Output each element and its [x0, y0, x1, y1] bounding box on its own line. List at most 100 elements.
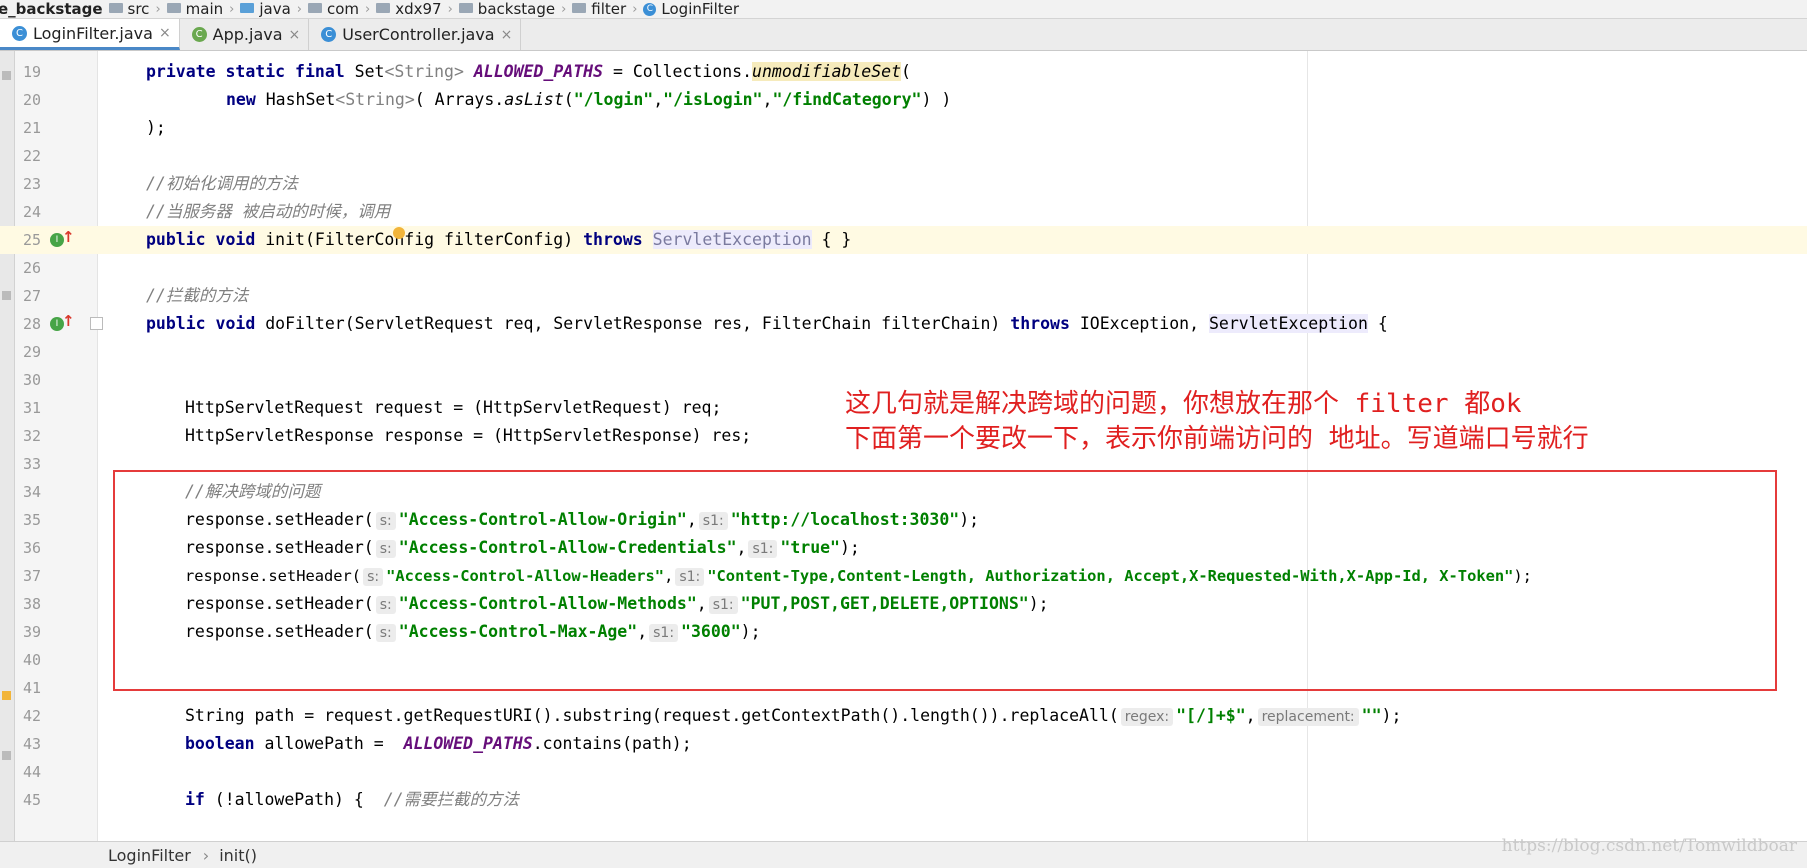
chevron-right-icon: ›: [632, 1, 638, 17]
breadcrumb-item[interactable]: backstage: [458, 0, 556, 18]
breadcrumb-label: LoginFilter: [661, 0, 740, 18]
line-number: 32: [22, 427, 41, 445]
class-icon: C: [12, 25, 27, 41]
package-icon: [458, 3, 473, 13]
line-number: 29: [22, 343, 41, 361]
code-text: HttpServletRequest request = (HttpServle…: [185, 398, 722, 417]
breadcrumb-item[interactable]: filter: [572, 0, 626, 18]
code-comment: //当服务器 被启动的时候，调用: [146, 202, 391, 221]
breadcrumb-item[interactable]: C LoginFilter: [643, 0, 739, 18]
package-icon: [307, 3, 322, 13]
line-number: 42: [22, 707, 41, 725]
breadcrumb-label: java: [259, 0, 291, 18]
line-number: 25: [22, 231, 41, 249]
annotation-line: 这几句就是解决跨域的问题，你想放在那个 filter 都ok: [845, 389, 1522, 419]
code-text: private static final Set<String> ALLOWED…: [146, 62, 911, 81]
line-number: 33: [22, 455, 41, 473]
line-number: 36: [22, 539, 41, 557]
arrow-up-icon[interactable]: ↑: [62, 313, 76, 329]
breadcrumb-item[interactable]: src: [108, 0, 150, 18]
highlight-box: [113, 470, 1777, 691]
breadcrumb-item[interactable]: main: [166, 0, 223, 18]
line-number: 34: [22, 483, 41, 501]
line-number: 21: [22, 119, 41, 137]
code-line[interactable]: 19 private static final Set<String> ALLO…: [0, 58, 1807, 86]
tab-loginfilter[interactable]: C LoginFilter.java ×: [0, 19, 180, 50]
code-text: new HashSet<String>( Arrays.asList("/log…: [226, 90, 952, 109]
line-number: 45: [22, 791, 41, 809]
breadcrumb-item[interactable]: com: [307, 0, 360, 18]
fold-icon[interactable]: [90, 317, 103, 330]
breadcrumb-item[interactable]: xdx97: [376, 0, 442, 18]
code-line[interactable]: 45 if (!allowePath) { //需要拦截的方法: [0, 786, 1807, 814]
code-line[interactable]: 42 String path = request.getRequestURI()…: [0, 702, 1807, 730]
code-text: String path = request.getRequestURI().su…: [185, 706, 1402, 726]
chevron-right-icon: ›: [296, 1, 302, 17]
chevron-right-icon: ›: [202, 845, 210, 865]
close-icon[interactable]: ×: [289, 27, 301, 43]
status-class[interactable]: LoginFilter: [108, 846, 191, 865]
line-number: 27: [22, 287, 41, 305]
breadcrumb-label: com: [326, 0, 360, 18]
arrow-up-icon[interactable]: ↑: [62, 229, 76, 245]
editor-tabs: C LoginFilter.java × C App.java × C User…: [0, 19, 1807, 51]
close-icon[interactable]: ×: [159, 25, 171, 41]
chevron-right-icon: ›: [229, 1, 235, 17]
code-line[interactable]: 28 I ↑ public void doFilter(ServletReque…: [0, 310, 1807, 338]
line-number: 19: [22, 63, 41, 81]
line-number: 39: [22, 623, 41, 641]
line-number: 44: [22, 763, 41, 781]
breadcrumb-label: xdx97: [395, 0, 442, 18]
param-hint: regex:: [1120, 708, 1174, 726]
folder-icon: [240, 3, 255, 13]
chevron-right-icon: ›: [447, 1, 453, 17]
code-comment: //初始化调用的方法: [146, 174, 298, 193]
line-number: 31: [22, 399, 41, 417]
class-icon: C: [321, 27, 337, 42]
code-text: public void init(FilterConfig filterConf…: [146, 230, 852, 249]
chevron-right-icon: ›: [365, 1, 371, 17]
line-number: 40: [22, 651, 41, 669]
code-line-current[interactable]: 25 I ↑ public void init(FilterConfig fil…: [0, 226, 1807, 254]
status-method[interactable]: init(): [219, 846, 257, 865]
code-line[interactable]: 21 );: [0, 114, 1807, 142]
breadcrumb-item[interactable]: java: [240, 0, 291, 18]
code-line[interactable]: 24 //当服务器 被启动的时候，调用: [0, 198, 1807, 226]
tab-usercontroller[interactable]: C UserController.java ×: [309, 19, 522, 50]
line-number: 26: [22, 259, 41, 277]
tab-label: App.java: [212, 25, 283, 44]
annotation-line: 下面第一个要改一下，表示你前端访问的 地址。写道端口号就行: [845, 424, 1589, 454]
code-text: );: [146, 118, 166, 137]
tab-label: LoginFilter.java: [33, 23, 153, 43]
line-number: 43: [22, 735, 41, 753]
code-line[interactable]: 29: [0, 338, 1807, 366]
tab-label: UserController.java: [342, 25, 495, 44]
line-number: 37: [22, 567, 41, 585]
breadcrumb-label: src: [127, 0, 150, 18]
line-number: 24: [22, 203, 41, 221]
code-text: HttpServletResponse response = (HttpServ…: [185, 426, 752, 445]
folder-icon: [108, 3, 123, 13]
line-number: 35: [22, 511, 41, 529]
code-line[interactable]: 20 new HashSet<String>( Arrays.asList("/…: [0, 86, 1807, 114]
breadcrumb-label: backstage: [477, 0, 556, 18]
annotation-text: 这几句就是解决跨域的问题，你想放在那个 filter 都ok 下面第一个要改一下，…: [845, 387, 1589, 457]
code-line[interactable]: 27 //拦截的方法: [0, 282, 1807, 310]
tab-app[interactable]: C App.java ×: [180, 19, 310, 50]
line-number: 38: [22, 595, 41, 613]
code-line[interactable]: 22: [0, 142, 1807, 170]
breadcrumb-item[interactable]: e_backstage: [0, 0, 103, 18]
code-line[interactable]: 26: [0, 254, 1807, 282]
param-hint: replacement:: [1257, 708, 1359, 726]
close-icon[interactable]: ×: [501, 27, 513, 43]
code-line[interactable]: 43 boolean allowePath = ALLOWED_PATHS.co…: [0, 730, 1807, 758]
line-number: 30: [22, 371, 41, 389]
code-line[interactable]: 44: [0, 758, 1807, 786]
lightbulb-icon[interactable]: [393, 227, 405, 239]
spring-class-icon: C: [191, 27, 207, 42]
watermark: https://blog.csdn.net/Tomwildboar: [1501, 836, 1797, 856]
folder-icon: [166, 3, 181, 13]
code-text: public void doFilter(ServletRequest req,…: [146, 314, 1388, 333]
line-number: 23: [22, 175, 41, 193]
code-line[interactable]: 23 //初始化调用的方法: [0, 170, 1807, 198]
